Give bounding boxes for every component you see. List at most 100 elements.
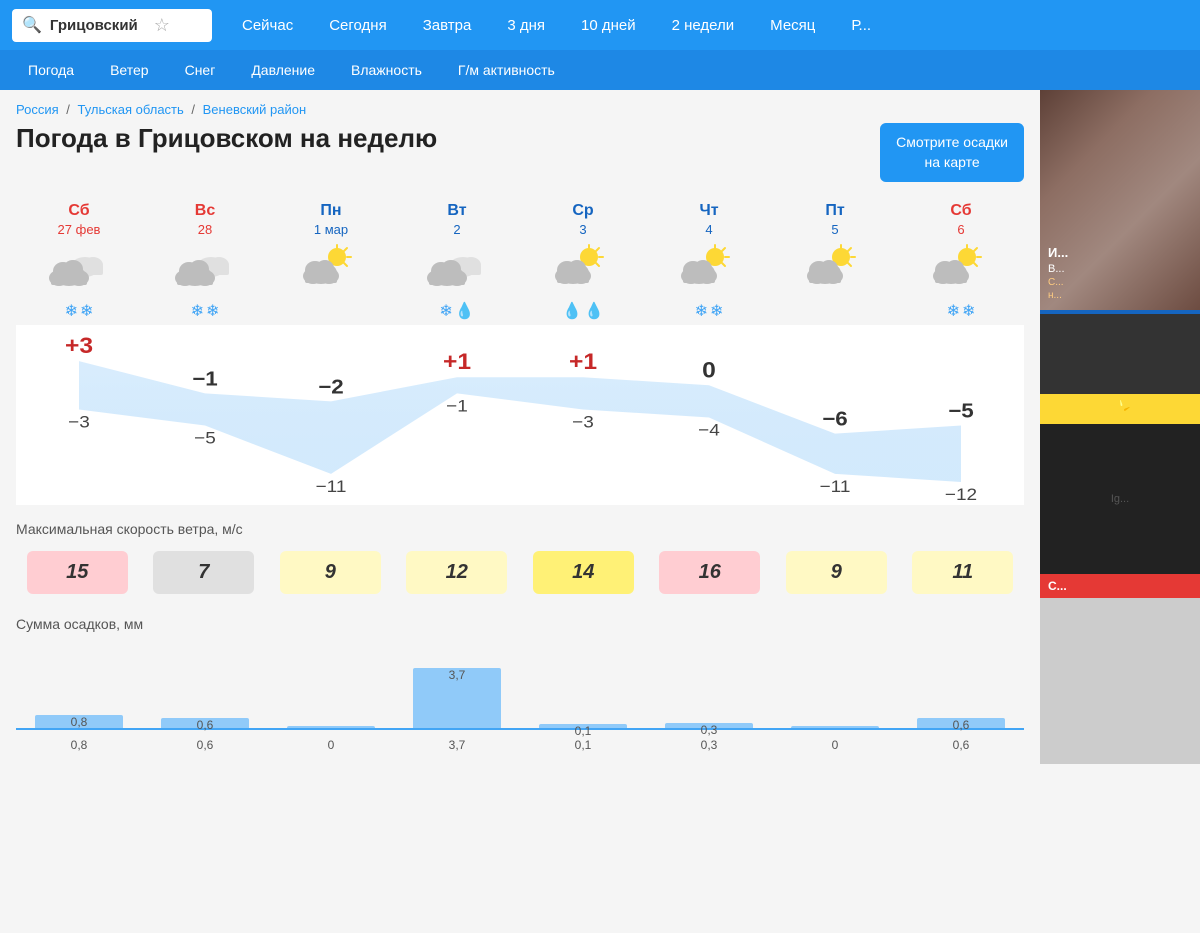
precip-sym-3: ❄💧 — [396, 301, 518, 321]
weather-icon-5 — [677, 243, 741, 295]
day-date-7: 6 — [900, 222, 1022, 237]
precip-sym-7: ❄❄ — [900, 301, 1022, 321]
precip-label-0: 0,8 — [16, 734, 142, 752]
tab-2weeks[interactable]: 2 недели — [654, 0, 753, 50]
wind-value-3: 12 — [406, 551, 507, 594]
subtab-wind[interactable]: Ветер — [94, 50, 165, 90]
tab-3days[interactable]: 3 дня — [489, 0, 563, 50]
map-button[interactable]: Смотрите осадкина карте — [880, 123, 1024, 182]
precip-sym-0: ❄❄ — [18, 301, 140, 321]
tab-today[interactable]: Сегодня — [311, 0, 405, 50]
top-nav: 🔍 Грицовский ☆ Сейчас Сегодня Завтра 3 д… — [0, 0, 1200, 50]
day-name-6: Пт — [774, 202, 896, 220]
weather-icon-1 — [173, 243, 237, 295]
weather-icon-4 — [551, 243, 615, 295]
star-icon[interactable]: ☆ — [154, 15, 170, 36]
precip-labels: 0,80,603,70,10,300,6 — [16, 734, 1024, 752]
precip-bar-6 — [791, 726, 879, 728]
ad-red-text: С... — [1048, 579, 1067, 593]
day-name-3: Вт — [396, 202, 518, 220]
precip-top-val-0: 0,8 — [71, 715, 88, 729]
precip-label-2: 0 — [268, 734, 394, 752]
wind-bars: 1579121416911 — [16, 545, 1024, 600]
right-sidebar: И... В... С...н... ⭐ Ig... С... — [1040, 90, 1200, 764]
svg-text:+1: +1 — [443, 350, 471, 374]
day-date-3: 2 — [396, 222, 518, 237]
day-name-5: Чт — [648, 202, 770, 220]
svg-text:−11: −11 — [316, 477, 347, 496]
day-name-2: Пн — [270, 202, 392, 220]
subtab-weather[interactable]: Погода — [12, 50, 90, 90]
ad-image-top: И... В... С...н... — [1040, 90, 1200, 310]
wind-col-6: 9 — [775, 549, 898, 596]
weather-icon-6 — [803, 243, 867, 295]
title-row: Погода в Грицовском на неделю Смотрите о… — [16, 123, 1024, 182]
temp-chart: +3−1−2+1+10−6−5−3−5−11−1−3−4−11−12 — [16, 325, 1024, 505]
svg-text:−5: −5 — [948, 401, 974, 423]
svg-text:−3: −3 — [572, 413, 594, 432]
day-col-0: Сб 27 фев ❄❄ — [16, 198, 142, 325]
nav-tabs: Сейчас Сегодня Завтра 3 дня 10 дней 2 не… — [224, 0, 1200, 50]
day-date-4: 3 — [522, 222, 644, 237]
precip-label-3: 3,7 — [394, 734, 520, 752]
ad-image-mid — [1040, 314, 1200, 394]
precip-label-6: 0 — [772, 734, 898, 752]
day-name-1: Вс — [144, 202, 266, 220]
precip-top-val-1: 0,6 — [197, 718, 214, 732]
weather-icon-2 — [299, 243, 363, 295]
precip-label-7: 0,6 — [898, 734, 1024, 752]
precip-col-6 — [772, 726, 898, 728]
svg-text:−3: −3 — [68, 413, 90, 432]
svg-text:−11: −11 — [820, 477, 851, 496]
weather-icon-3 — [425, 243, 489, 295]
subtab-pressure[interactable]: Давление — [235, 50, 331, 90]
day-col-6: Пт 5 — [772, 198, 898, 325]
ad-star-banner: ⭐ — [1040, 394, 1200, 424]
tab-now[interactable]: Сейчас — [224, 0, 311, 50]
ad-red-banner: С... — [1040, 574, 1200, 598]
breadcrumb: Россия / Тульская область / Веневский ра… — [16, 102, 1024, 117]
day-date-0: 27 фев — [18, 222, 140, 237]
wind-value-0: 15 — [27, 551, 128, 594]
precip-top-val-7: 0,6 — [953, 718, 970, 732]
svg-text:+1: +1 — [569, 350, 597, 374]
precip-col-5: 0,3 — [646, 723, 772, 728]
wind-col-5: 16 — [649, 549, 772, 596]
svg-text:−12: −12 — [945, 485, 977, 504]
day-name-7: Сб — [900, 202, 1022, 220]
ad-image-bottom: Ig... — [1040, 424, 1200, 574]
tab-tomorrow[interactable]: Завтра — [405, 0, 490, 50]
ad-label: Ig... — [1111, 493, 1129, 505]
tab-more[interactable]: Р... — [833, 0, 889, 50]
search-icon: 🔍 — [22, 15, 42, 35]
breadcrumb-region[interactable]: Тульская область — [78, 102, 184, 117]
day-col-4: Ср 3 💧💧 — [520, 198, 646, 325]
wind-value-2: 9 — [280, 551, 381, 594]
svg-text:+3: +3 — [65, 334, 93, 358]
breadcrumb-district[interactable]: Веневский район — [203, 102, 307, 117]
day-columns: Сб 27 фев ❄❄ Вс 28 — [16, 198, 1024, 325]
day-date-2: 1 мар — [270, 222, 392, 237]
subtab-snow[interactable]: Снег — [169, 50, 232, 90]
weather-icon-7 — [929, 243, 993, 295]
svg-text:−5: −5 — [194, 429, 216, 448]
breadcrumb-russia[interactable]: Россия — [16, 102, 59, 117]
day-col-7: Сб 6 ❄❄ — [898, 198, 1024, 325]
wind-value-5: 16 — [659, 551, 760, 594]
subtab-gm[interactable]: Г/м активность — [442, 50, 571, 90]
search-box[interactable]: 🔍 Грицовский ☆ — [12, 9, 212, 42]
svg-text:0: 0 — [702, 358, 716, 382]
days-icons-container: Сб 27 фев ❄❄ Вс 28 — [16, 198, 1024, 325]
precip-col-7: 0,6 — [898, 718, 1024, 728]
search-input[interactable]: Грицовский — [50, 17, 138, 34]
svg-text:−2: −2 — [318, 377, 344, 399]
ad-subtitle: В... — [1048, 262, 1068, 276]
ad-body: С...н... — [1048, 276, 1068, 302]
tab-month[interactable]: Месяц — [752, 0, 833, 50]
subtab-humidity[interactable]: Влажность — [335, 50, 438, 90]
day-name-4: Ср — [522, 202, 644, 220]
weather-icon-0 — [47, 243, 111, 295]
sub-nav: Погода Ветер Снег Давление Влажность Г/м… — [0, 50, 1200, 90]
tab-10days[interactable]: 10 дней — [563, 0, 654, 50]
precip-col-4: 0,1 — [520, 724, 646, 728]
